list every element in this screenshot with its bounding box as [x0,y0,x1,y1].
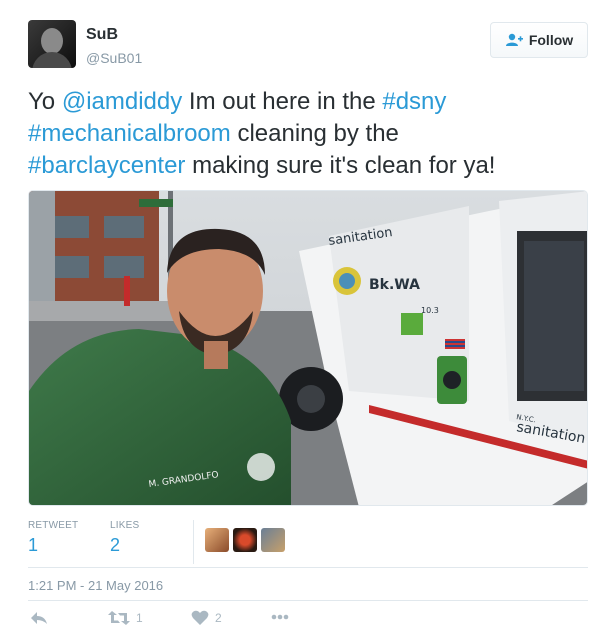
truck-code-text: Bk.WA [369,277,420,293]
retweet-stat[interactable]: RETWEET 1 [28,520,78,556]
hashtag-link[interactable]: #barclaycenter [28,152,185,179]
user-handle[interactable]: @SuB01 [86,50,142,66]
liker-avatar[interactable] [261,528,285,552]
heart-icon [191,610,209,626]
mention-link[interactable]: @iamdiddy [62,88,182,115]
like-button[interactable]: 2 [191,610,222,626]
tweet-photo[interactable]: sanitation Bk.WA 10.3 N.Y.C. sanitation … [28,190,588,506]
user-name[interactable]: SuB [86,26,118,44]
retweet-button[interactable]: 1 [108,610,143,626]
like-action-count: 2 [215,611,222,625]
add-user-icon [505,33,523,47]
tweet-text-line: #barclaycenter making sure it's clean fo… [28,150,598,182]
retweet-icon [108,610,130,626]
likes-stat-label: LIKES [110,520,140,531]
tweet-text-segment: making sure it's clean for ya! [185,152,496,179]
retweet-stat-label: RETWEET [28,520,79,531]
tweet-text: Yo @iamdiddy Im out here in the #dsny #me… [28,86,598,182]
retweet-stat-count: 1 [28,535,39,555]
tweet-text-segment: Yo [28,88,62,115]
divider [28,567,588,568]
truck-number-text: 10.3 [421,306,439,315]
liker-avatar[interactable] [205,528,229,552]
reply-button[interactable] [30,610,48,626]
divider [28,600,588,601]
liker-avatar[interactable] [233,528,257,552]
avatar[interactable] [28,20,76,68]
hashtag-link[interactable]: #mechanicalbroom [28,120,231,147]
more-icon [271,614,289,620]
likes-stat[interactable]: LIKES 2 [110,520,139,556]
reply-icon [30,610,48,626]
stats-divider [193,520,194,564]
likes-stat-count: 2 [110,535,121,555]
tweet-stats: RETWEET 1 LIKES 2 [28,520,588,568]
tweet-header: SuB @SuB01 Follow [28,20,588,72]
retweet-action-count: 1 [136,611,143,625]
tweet-actions: 1 2 [28,608,588,634]
tweet-text-segment: cleaning by the [230,120,399,147]
follow-label: Follow [528,32,574,48]
tweet-timestamp[interactable]: 1:21 PM - 21 May 2016 [28,578,163,593]
more-button[interactable] [271,614,289,620]
tweet-text-line: #mechanicalbroom cleaning by the [28,118,598,150]
hashtag-link[interactable]: #dsny [382,88,446,115]
follow-button[interactable]: Follow [490,22,588,58]
tweet-text-segment: Im out here in the [182,88,383,115]
tweet-text-line: Yo @iamdiddy Im out here in the #dsny [28,86,598,118]
